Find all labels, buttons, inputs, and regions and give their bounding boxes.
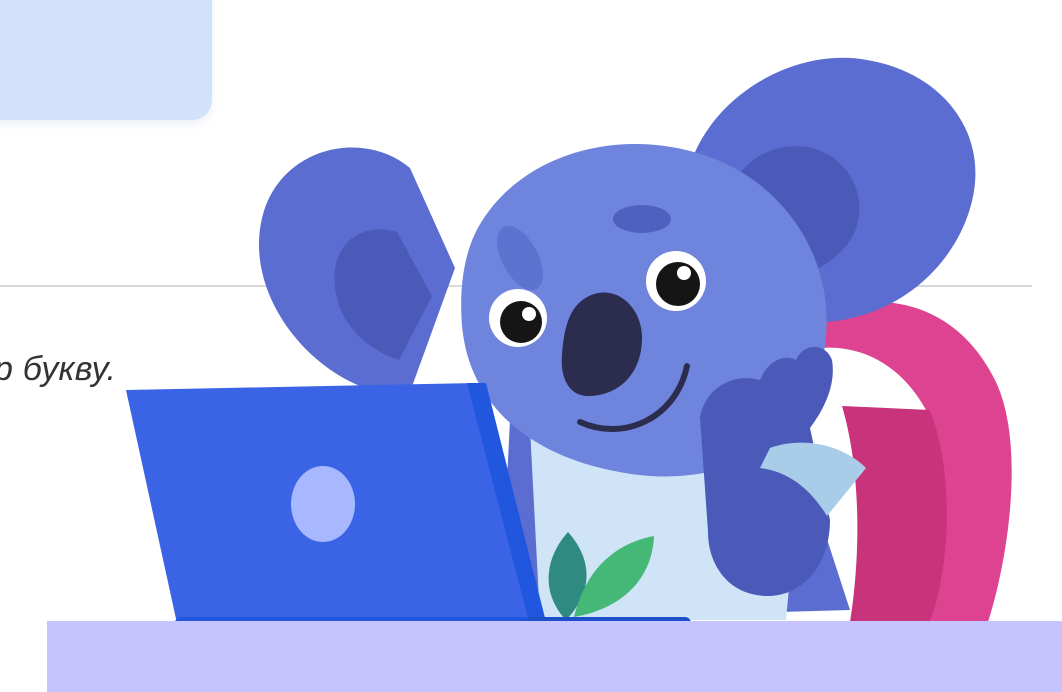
- laptop-logo: [291, 466, 355, 542]
- page-stage: р букву.: [0, 0, 1062, 692]
- forehead-mark: [613, 205, 671, 233]
- koala-illustration: [47, 57, 1062, 692]
- desk: [47, 621, 1062, 692]
- left-eye: [489, 289, 547, 347]
- right-eye: [646, 251, 706, 311]
- chair-side: [842, 406, 947, 622]
